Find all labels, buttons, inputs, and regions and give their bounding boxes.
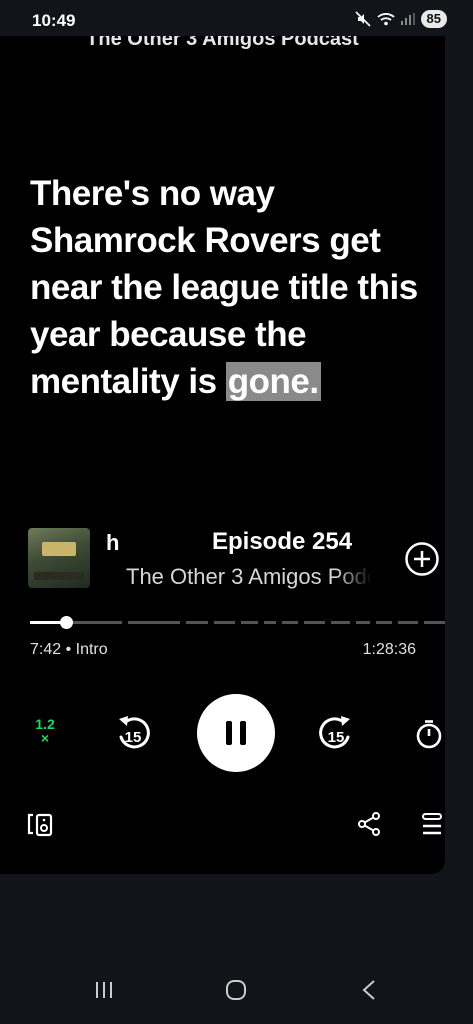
skip-back-label: 15	[125, 729, 142, 746]
share-button[interactable]	[356, 811, 382, 837]
wifi-icon	[376, 13, 395, 26]
back-button[interactable]	[359, 978, 379, 1002]
podcast-title[interactable]: The Other 3 Amigos Podcast	[0, 36, 445, 51]
chapter-divider	[325, 621, 331, 624]
show-name[interactable]: The Other 3 Amigos Podcast	[126, 564, 372, 590]
chapter-divider	[258, 621, 264, 624]
status-icons: 85	[354, 10, 447, 28]
total-duration: 1:28:36	[362, 641, 416, 658]
skip-forward-label: 15	[328, 729, 345, 746]
chapter-divider	[276, 621, 282, 624]
chapter-divider	[350, 621, 356, 624]
transcript-line: There's no way Shamrock Rovers get near …	[30, 174, 418, 401]
queue-button[interactable]	[418, 811, 445, 839]
chapter-divider	[370, 621, 376, 624]
playback-speed-value: 1.2	[35, 716, 55, 732]
playback-speed-suffix: ×	[40, 730, 50, 746]
chapter-divider	[235, 621, 241, 624]
skip-back-button[interactable]: 15	[113, 713, 153, 753]
playback-speed-button[interactable]: 1.2 ×	[30, 717, 60, 745]
pause-icon	[240, 721, 246, 745]
status-bar: 10:49 85	[0, 0, 473, 40]
home-button[interactable]	[225, 979, 247, 1001]
transcript-current-word: gone.	[225, 362, 321, 401]
chapter-divider	[298, 621, 304, 624]
progress-knob[interactable]	[60, 616, 74, 629]
transcript-text: There's no way Shamrock Rovers get near …	[30, 170, 425, 405]
chapter-divider	[418, 621, 424, 624]
artwork-sign	[42, 542, 76, 556]
signal-icon	[400, 13, 415, 25]
progress-bar[interactable]	[30, 616, 445, 629]
mute-icon	[354, 11, 371, 27]
artwork-base	[34, 572, 84, 580]
episode-title[interactable]: Episode 254	[212, 528, 352, 556]
recent-apps-button[interactable]	[93, 980, 115, 1000]
connect-device-button[interactable]	[26, 811, 56, 839]
skip-forward-button[interactable]: 15	[316, 713, 356, 753]
battery-indicator: 85	[420, 10, 447, 28]
now-playing-screen: The Other 3 Amigos Podcast There's no wa…	[0, 36, 445, 874]
status-time: 10:49	[32, 11, 76, 30]
chapter-divider	[392, 621, 398, 624]
elapsed-time: 7:42 • Intro	[30, 641, 108, 658]
pause-button[interactable]	[197, 694, 275, 772]
add-to-library-button[interactable]	[404, 541, 440, 577]
chapter-divider	[208, 621, 214, 624]
sleep-timer-button[interactable]	[413, 718, 445, 750]
chapter-divider	[180, 621, 186, 624]
chapter-divider	[122, 621, 128, 624]
episode-artwork[interactable]	[28, 528, 90, 588]
pause-icon	[226, 721, 232, 745]
episode-title-prefix[interactable]: h	[106, 530, 119, 556]
system-navigation-bar	[0, 960, 473, 1024]
